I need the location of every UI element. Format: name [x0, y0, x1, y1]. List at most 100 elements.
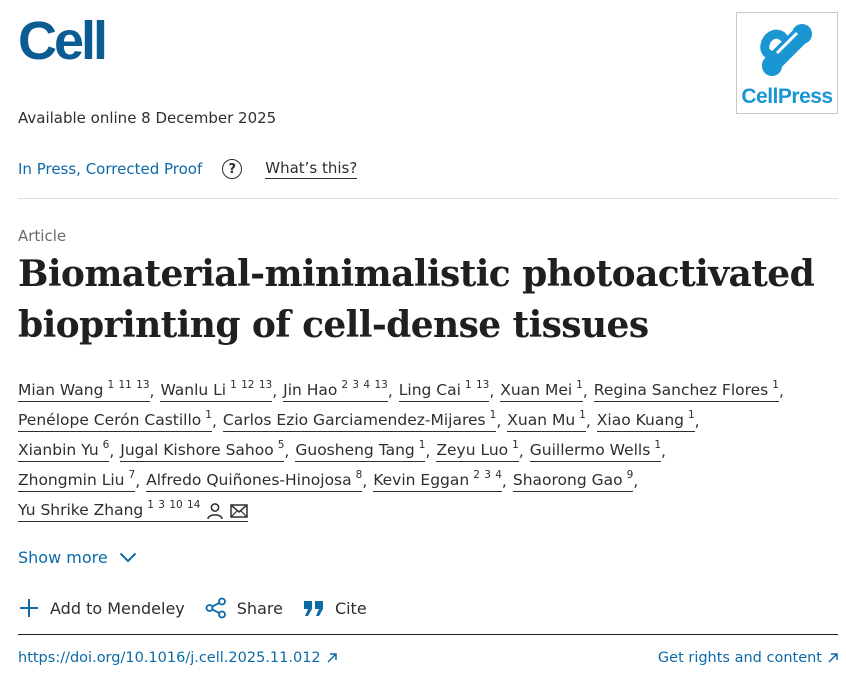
- author-affiliations: 1: [576, 379, 583, 391]
- author-name: Jin Hao: [283, 381, 338, 399]
- envelope-icon: [230, 503, 249, 518]
- cell-journal-logo[interactable]: Cell: [18, 14, 108, 68]
- external-link-arrow-icon: [828, 653, 838, 663]
- author-affiliations: 7: [128, 469, 136, 481]
- corresponding-author-icons: [206, 502, 249, 520]
- person-icon: [207, 502, 224, 519]
- author-link[interactable]: Jin Hao 2 3 4 13: [283, 379, 388, 402]
- author-line: Xianbin Yu 6, Jugal Kishore Sahoo 5, Guosh…: [18, 436, 838, 466]
- add-to-mendeley-label: Add to Mendeley: [50, 598, 185, 618]
- author-link[interactable]: Carlos Ezio Garciamendez-Mijares 1: [222, 409, 497, 432]
- cite-button[interactable]: Cite: [303, 599, 367, 618]
- author-link[interactable]: Regina Sanchez Flores 1: [593, 379, 779, 402]
- cellpress-logo[interactable]: CellPress: [736, 12, 838, 114]
- author-affiliations: 1 12 13: [230, 379, 273, 391]
- author-affiliations: 1: [772, 379, 779, 391]
- cite-label: Cite: [334, 598, 367, 618]
- author-name: Alfredo Quiñones-Hinojosa: [146, 471, 352, 489]
- author-separator: ,: [501, 472, 507, 490]
- author-name: Mian Wang: [18, 381, 104, 399]
- author-separator: ,: [284, 442, 290, 460]
- rights-and-content-link[interactable]: Get rights and content: [658, 650, 838, 666]
- author-affiliations: 6: [102, 439, 110, 451]
- add-to-mendeley-button[interactable]: Add to Mendeley: [18, 597, 185, 619]
- author-separator: ,: [362, 472, 368, 490]
- author-affiliations: 2 3 4 13: [341, 379, 388, 391]
- author-link[interactable]: Jugal Kishore Sahoo 5: [120, 439, 285, 462]
- author-separator: ,: [211, 412, 217, 430]
- author-separator: ,: [425, 442, 431, 460]
- author-link[interactable]: Shaorong Gao 9: [512, 469, 634, 492]
- author-separator: ,: [387, 382, 393, 400]
- author-name: Penélope Cerón Castillo: [18, 411, 202, 429]
- author-separator: ,: [149, 382, 155, 400]
- author-link[interactable]: Xuan Mei 1: [500, 379, 583, 402]
- doi-text: https://doi.org/10.1016/j.cell.2025.11.0…: [18, 650, 321, 666]
- author-affiliations: 2 3 4: [473, 469, 502, 481]
- author-link[interactable]: Zeyu Luo 1: [436, 439, 519, 462]
- author-link[interactable]: Zhongmin Liu 7: [18, 469, 136, 492]
- author-link[interactable]: Guosheng Tang 1: [295, 439, 426, 462]
- question-circle-icon[interactable]: ?: [222, 159, 243, 179]
- author-affiliations: 9: [626, 469, 634, 481]
- author-link[interactable]: Xiao Kuang 1: [596, 409, 695, 432]
- author-affiliations: 1: [205, 409, 212, 421]
- share-button[interactable]: Share: [205, 597, 283, 619]
- author-separator: ,: [135, 472, 141, 490]
- author-link[interactable]: Xuan Mu 1: [507, 409, 586, 432]
- author-separator: ,: [109, 442, 115, 460]
- cellpress-wordmark: CellPress: [741, 85, 833, 108]
- author-affiliations: 1 3 10 14: [147, 499, 201, 511]
- author-separator: ,: [661, 442, 666, 460]
- author-link[interactable]: Wanlu Li 1 12 13: [160, 379, 273, 402]
- author-link[interactable]: Ling Cai 1 13: [398, 379, 490, 402]
- article-type-label: Article: [18, 227, 67, 245]
- author-affiliations: 1: [687, 409, 695, 421]
- author-name: Zhongmin Liu: [18, 471, 125, 489]
- author-name: Regina Sanchez Flores: [593, 381, 769, 399]
- share-label: Share: [236, 598, 283, 618]
- author-name: Xianbin Yu: [18, 441, 99, 459]
- header-divider: [18, 198, 838, 199]
- author-name: Xuan Mei: [500, 381, 573, 399]
- actions-divider: [18, 634, 838, 635]
- author-name: Yu Shrike Zhang: [18, 501, 144, 519]
- author-name: Xiao Kuang: [596, 411, 684, 429]
- author-name: Guillermo Wells: [529, 441, 651, 459]
- author-link[interactable]: Mian Wang 1 11 13: [18, 379, 150, 402]
- author-separator: ,: [582, 382, 588, 400]
- author-name: Ling Cai: [398, 381, 461, 399]
- author-affiliations: 1: [654, 439, 661, 451]
- author-separator: ,: [633, 472, 639, 490]
- in-press-link[interactable]: In Press, Corrected Proof: [18, 160, 202, 178]
- author-separator: ,: [694, 412, 700, 430]
- plus-icon: [20, 599, 38, 617]
- author-name: Kevin Eggan: [373, 471, 470, 489]
- author-affiliations: 1: [489, 409, 497, 421]
- show-more-button[interactable]: Show more: [18, 548, 137, 567]
- author-line: Yu Shrike Zhang 1 3 10 14: [18, 496, 838, 526]
- author-link[interactable]: Penélope Cerón Castillo 1: [18, 409, 212, 432]
- author-link[interactable]: Xianbin Yu 6: [18, 439, 110, 462]
- author-line: Penélope Cerón Castillo 1, Carlos Ezio Ga…: [18, 406, 838, 436]
- available-online-date: Available online 8 December 2025: [18, 109, 277, 127]
- external-link-arrow-icon: [327, 653, 337, 663]
- author-link[interactable]: Alfredo Quiñones-Hinojosa 8: [146, 469, 363, 492]
- author-separator: ,: [272, 382, 278, 400]
- author-affiliations: 8: [355, 469, 363, 481]
- author-affiliations: 1 11 13: [107, 379, 150, 391]
- author-affiliations: 1: [579, 409, 586, 421]
- author-affiliations: 1 13: [464, 379, 490, 391]
- author-separator: ,: [496, 412, 502, 430]
- author-affiliations: 5: [277, 439, 285, 451]
- quote-icon: [303, 601, 323, 616]
- author-link[interactable]: Yu Shrike Zhang 1 3 10 14: [18, 499, 249, 522]
- author-link[interactable]: Guillermo Wells 1: [529, 439, 661, 462]
- author-link[interactable]: Kevin Eggan 2 3 4: [373, 469, 502, 492]
- whats-this-link[interactable]: What’s this?: [265, 159, 358, 179]
- author-separator: ,: [585, 412, 591, 430]
- show-more-label: Show more: [18, 548, 108, 567]
- doi-link[interactable]: https://doi.org/10.1016/j.cell.2025.11.0…: [18, 650, 337, 666]
- author-name: Zeyu Luo: [436, 441, 509, 459]
- article-status-row: In Press, Corrected Proof ? What’s this?: [18, 157, 358, 181]
